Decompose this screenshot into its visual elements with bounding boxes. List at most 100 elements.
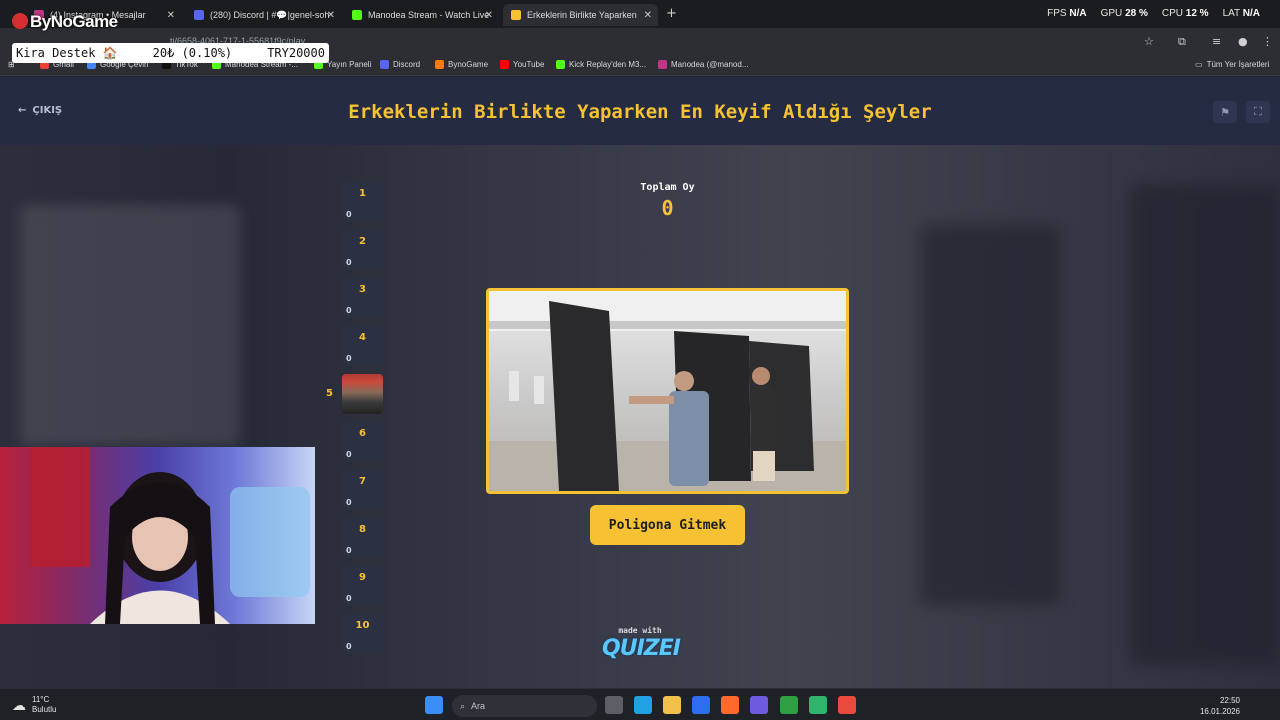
discord-icon: [380, 60, 389, 69]
cloud-icon: ☁: [12, 697, 26, 713]
rank-votes: 0: [346, 642, 352, 651]
rank-slot-2[interactable]: 20: [342, 230, 383, 270]
tab-discord[interactable]: (280) Discord | #💬|genel-soh ✕: [186, 4, 341, 26]
file-explorer-icon[interactable]: [663, 696, 681, 714]
flag-button[interactable]: ⚑: [1213, 101, 1237, 123]
clock-time: 22:50: [1219, 696, 1240, 705]
store-icon[interactable]: [692, 696, 710, 714]
clock-date: 16.01.2026: [1199, 707, 1240, 716]
bookmark-instagram[interactable]: Manodea (@manod...: [658, 60, 749, 69]
webcam-image: [30, 447, 310, 624]
rank-number: 10: [355, 620, 370, 631]
rank-number: 7: [359, 476, 366, 487]
rank-5-label: 5: [326, 388, 333, 399]
donation-title: Kira Destek 🏠: [16, 46, 118, 60]
rank-slot-7[interactable]: 70: [342, 470, 383, 510]
rank-votes: 0: [346, 450, 352, 459]
rank-number: 9: [359, 572, 366, 583]
media-icon[interactable]: ≡: [1212, 35, 1221, 48]
close-icon[interactable]: ✕: [485, 10, 493, 21]
discord-icon: [194, 10, 204, 20]
chrome-icon[interactable]: [780, 696, 798, 714]
total-votes-label: Toplam Oy: [640, 182, 695, 193]
rank-slot-10[interactable]: 10 0: [342, 614, 383, 654]
bookmark-label: Yayın Paneli: [327, 60, 372, 69]
all-bookmarks[interactable]: ▭ Tüm Yer İşaretleri: [1195, 60, 1269, 69]
rank-slot-8[interactable]: 80: [342, 518, 383, 558]
rank-number: 3: [359, 284, 366, 295]
rank-votes: 0: [346, 594, 352, 603]
all-bookmarks-label: Tüm Yer İşaretleri: [1206, 60, 1270, 69]
bookmark-label: BynoGame: [448, 60, 489, 69]
rank-slot-9[interactable]: 90: [342, 566, 383, 606]
rank-votes: 0: [346, 210, 352, 219]
kick-icon: [556, 60, 565, 69]
answer-label-button[interactable]: Poligona Gitmek: [590, 505, 745, 545]
kick-icon: [352, 10, 362, 20]
search-placeholder: Ara: [471, 701, 486, 711]
task-view-icon[interactable]: [605, 696, 623, 714]
new-tab-button[interactable]: +: [666, 6, 677, 21]
edge-icon[interactable]: [634, 696, 652, 714]
bookmark-label: Manodea (@manod...: [671, 60, 749, 69]
bookmark-label: YouTube: [513, 60, 545, 69]
profile-icon[interactable]: ●: [1238, 35, 1248, 48]
app-icon[interactable]: [809, 696, 827, 714]
close-icon[interactable]: ✕: [327, 10, 335, 21]
system-clock[interactable]: 22:50 16.01.2026: [1200, 695, 1240, 717]
donation-goal: TRY20000: [267, 46, 325, 60]
chrome-active-icon[interactable]: [838, 696, 856, 714]
bynogame-mark-icon: [12, 13, 28, 29]
lat-value: N/A: [1242, 8, 1260, 19]
quizei-logo[interactable]: QUIZEI: [596, 636, 686, 661]
total-votes-value: 0: [661, 196, 674, 220]
weather-widget[interactable]: ☁ 11°C Bulutlu: [12, 695, 56, 715]
page-title: Erkeklerin Birlikte Yaparken En Keyif Al…: [348, 101, 932, 123]
bookmark-youtube[interactable]: YouTube: [500, 60, 544, 69]
firefox-icon[interactable]: [721, 696, 739, 714]
quiz-icon: [511, 10, 521, 20]
bookmark-label: Discord: [393, 60, 421, 69]
tab-kick[interactable]: Manodea Stream - Watch Live ✕: [344, 4, 499, 26]
extensions-icon[interactable]: ⧉: [1178, 35, 1186, 49]
teams-icon[interactable]: [750, 696, 768, 714]
app-header: ← ÇIKIŞ Erkeklerin Birlikte Yaparken En …: [0, 77, 1280, 145]
close-icon[interactable]: ✕: [167, 10, 175, 21]
tab-label: (280) Discord | #💬|genel-soh: [210, 9, 330, 20]
rank-number: 8: [359, 524, 366, 535]
rank-slot-5-image[interactable]: [342, 374, 383, 414]
search-icon: ⌕: [460, 700, 466, 711]
windows-start-icon[interactable]: [425, 696, 443, 714]
tab-label: Erkeklerin Birlikte Yaparken En: [527, 10, 639, 20]
fps-label: FPS: [1047, 8, 1067, 19]
cpu-value: 12 %: [1185, 8, 1209, 19]
gpu-label: GPU: [1100, 8, 1123, 19]
fullscreen-icon: ⛶: [1254, 105, 1262, 118]
bookmark-discord[interactable]: Discord: [380, 60, 420, 69]
star-icon[interactable]: ☆: [1144, 35, 1154, 48]
menu-icon[interactable]: ⋮: [1262, 35, 1273, 48]
donation-goal-widget: Kira Destek 🏠 20₺ (0.10%) TRY20000: [12, 43, 329, 63]
folder-icon: ▭: [1195, 60, 1203, 69]
rank-slot-1[interactable]: 10: [342, 182, 383, 222]
answer-image[interactable]: [486, 288, 849, 494]
weather-desc: Bulutlu: [32, 705, 57, 714]
rank-slot-4[interactable]: 40: [342, 326, 383, 366]
logo-text: ByNoGame: [30, 12, 118, 31]
rank-votes: 0: [346, 498, 352, 507]
rank-number: 2: [359, 236, 366, 247]
rank-number: 4: [359, 332, 366, 343]
rank-slot-3[interactable]: 30: [342, 278, 383, 318]
tab-quiz[interactable]: Erkeklerin Birlikte Yaparken En ✕: [503, 4, 658, 26]
close-icon[interactable]: ✕: [644, 10, 652, 21]
taskbar-search[interactable]: ⌕ Ara: [452, 695, 597, 717]
rank-number: 6: [359, 428, 366, 439]
instagram-icon: [658, 60, 667, 69]
cpu-label: CPU: [1161, 8, 1183, 19]
bynogame-icon: [435, 60, 444, 69]
bookmark-bynogame[interactable]: BynoGame: [435, 60, 488, 69]
fullscreen-button[interactable]: ⛶: [1246, 101, 1270, 123]
rank-votes: 0: [346, 546, 352, 555]
bookmark-kick-replay[interactable]: Kick Replay'den M3...: [556, 60, 646, 69]
rank-slot-6[interactable]: 60: [342, 422, 383, 462]
